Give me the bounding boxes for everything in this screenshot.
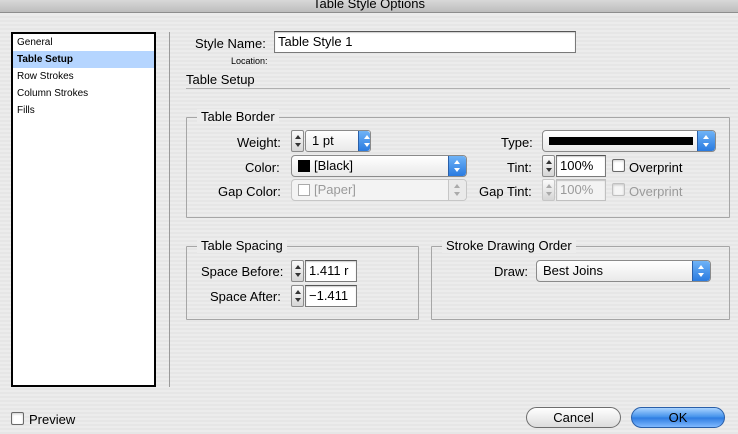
window-title: Table Style Options [312,0,425,11]
location-label: Location: [231,56,268,66]
table-border-title: Table Border [197,109,279,124]
weight-select[interactable]: 1 pt [305,130,371,152]
space-after-stepper[interactable] [291,285,304,307]
space-after-input[interactable]: −1.411 [305,285,357,307]
section-divider [186,88,730,89]
weight-dropdown-arrow-icon [358,131,370,151]
gap-color-select[interactable]: [Paper] [291,179,467,201]
solid-stroke-swatch [549,137,693,145]
overprint-checkbox[interactable] [612,159,625,172]
gap-overprint-checkbox[interactable] [612,183,625,196]
style-name-input[interactable]: Table Style 1 [274,31,576,53]
category-list[interactable]: General Table Setup Row Strokes Column S… [11,32,156,387]
sidebar-item-fills[interactable]: Fills [13,102,154,119]
sidebar-item-column-strokes[interactable]: Column Strokes [13,85,154,102]
tint-stepper[interactable] [542,155,555,177]
tint-label: Tint: [507,160,532,175]
weight-stepper[interactable] [291,130,304,152]
table-spacing-group [186,246,419,320]
sidebar-item-row-strokes[interactable]: Row Strokes [13,68,154,85]
color-value: [Black] [314,158,354,173]
gap-tint-stepper[interactable] [542,179,555,201]
gap-tint-label: Gap Tint: [479,184,532,199]
tint-input[interactable]: 100% [556,155,606,177]
draw-dropdown-arrow-icon [692,261,710,281]
gap-color-dropdown-arrow-icon [448,180,466,200]
overprint-label: Overprint [629,160,683,175]
sidebar-item-general[interactable]: General [13,34,154,51]
preview-label: Preview [29,412,76,427]
space-before-stepper[interactable] [291,260,304,282]
type-label: Type: [501,135,533,150]
style-name-label: Style Name: [195,36,266,51]
pane-divider [169,32,170,387]
preview-checkbox[interactable] [11,412,24,425]
section-title: Table Setup [186,72,255,87]
stroke-drawing-order-group [431,246,730,320]
cancel-button[interactable]: Cancel [526,407,621,428]
color-label: Color: [245,160,280,175]
type-dropdown-arrow-icon [697,131,715,151]
draw-value: Best Joins [543,263,603,278]
weight-label: Weight: [237,135,281,150]
space-before-label: Space Before: [201,264,284,279]
draw-select[interactable]: Best Joins [536,260,711,282]
black-swatch-icon [298,160,310,172]
sidebar-item-table-setup[interactable]: Table Setup [13,51,154,68]
space-before-input[interactable]: 1.411 r [305,260,357,282]
gap-tint-input[interactable]: 100% [556,179,606,201]
paper-swatch-icon [298,184,310,196]
gap-color-label: Gap Color: [218,184,281,199]
stroke-drawing-order-title: Stroke Drawing Order [442,238,576,253]
window-titlebar: Table Style Options [0,0,738,13]
draw-label: Draw: [494,264,528,279]
stroke-type-select[interactable] [542,130,716,152]
gap-overprint-label: Overprint [629,184,683,199]
color-select[interactable]: [Black] [291,155,467,177]
color-dropdown-arrow-icon [448,156,466,176]
weight-value: 1 pt [312,133,334,148]
table-spacing-title: Table Spacing [197,238,287,253]
space-after-label: Space After: [210,289,281,304]
ok-button[interactable]: OK [631,407,725,428]
gap-color-value: [Paper] [314,182,356,197]
